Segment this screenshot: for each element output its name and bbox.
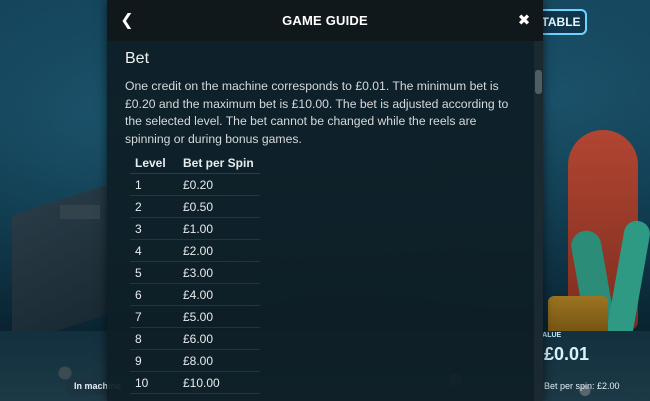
bet-value-display: £0.01 — [544, 344, 590, 364]
close-icon[interactable]: ✖ — [514, 10, 534, 30]
bet-cell: £3.00 — [183, 261, 260, 284]
table-row: 9 £8.00 — [130, 349, 260, 372]
bet-cell: £6.00 — [183, 327, 260, 350]
level-cell: 6 — [130, 283, 183, 306]
bet-per-spin-status: Bet per spin: £2.00 — [544, 381, 620, 391]
modal-scrollbar[interactable] — [534, 41, 543, 401]
level-cell: 5 — [130, 261, 183, 284]
bet-cell: £10.00 — [183, 371, 260, 394]
bet-level-table: Level Bet per Spin 1 £0.20 2 £0.50 3 £1.00 … — [130, 152, 260, 394]
table-row: 5 £3.00 — [130, 261, 260, 284]
section-title: Bet — [125, 50, 150, 67]
modal-content: Bet One credit on the machine correspond… — [107, 41, 533, 401]
bet-description: One credit on the machine corresponds to… — [125, 79, 509, 146]
bet-cell: £2.00 — [183, 239, 260, 262]
level-cell: 7 — [130, 305, 183, 328]
bet-cell: £5.00 — [183, 305, 260, 328]
table-row: 10 £10.00 — [130, 371, 260, 394]
game-guide-modal: ❮ GAME GUIDE ✖ Bet One credit on the mac… — [107, 0, 543, 401]
table-row: 7 £5.00 — [130, 305, 260, 328]
bet-cell: £4.00 — [183, 283, 260, 306]
bet-cell: £8.00 — [183, 349, 260, 372]
shipwreck-deck — [60, 205, 100, 219]
column-header-bet-per-spin: Bet per Spin — [183, 152, 260, 174]
level-cell: 10 — [130, 371, 183, 394]
level-cell: 3 — [130, 217, 183, 240]
table-row: 8 £6.00 — [130, 327, 260, 350]
level-cell: 1 — [130, 173, 183, 196]
modal-title: GAME GUIDE — [282, 13, 368, 28]
column-header-level: Level — [130, 152, 183, 174]
level-cell: 8 — [130, 327, 183, 350]
bet-cell: £1.00 — [183, 217, 260, 240]
table-row: 2 £0.50 — [130, 195, 260, 218]
table-row: 3 £1.00 — [130, 217, 260, 240]
table-row: 1 £0.20 — [130, 173, 260, 196]
table-row: 6 £4.00 — [130, 283, 260, 306]
level-cell: 4 — [130, 239, 183, 262]
table-header-row: Level Bet per Spin — [130, 152, 260, 174]
level-cell: 2 — [130, 195, 183, 218]
bet-cell: £0.50 — [183, 195, 260, 218]
modal-header: ❮ GAME GUIDE ✖ — [107, 0, 543, 41]
scrollbar-thumb[interactable] — [535, 70, 542, 94]
bet-cell: £0.20 — [183, 173, 260, 196]
table-row: 4 £2.00 — [130, 239, 260, 262]
level-cell: 9 — [130, 349, 183, 372]
